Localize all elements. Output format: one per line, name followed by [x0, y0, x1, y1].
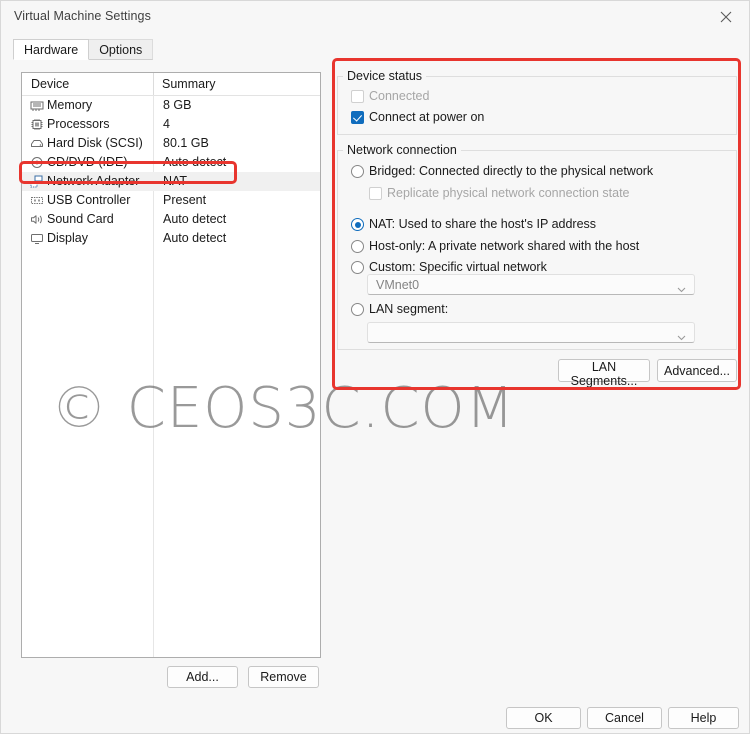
tab-hardware[interactable]: Hardware [13, 39, 90, 60]
lan-segments-button[interactable]: LAN Segments... [558, 359, 650, 388]
radio-nat-circle [351, 218, 364, 231]
close-icon[interactable] [703, 1, 749, 32]
radio-bridged-circle [351, 165, 364, 178]
device-label: Sound Card [47, 212, 114, 226]
add-button[interactable]: Add... [167, 666, 238, 688]
tab-hardware-label: Hardware [24, 43, 79, 57]
window-title: Virtual Machine Settings [14, 9, 151, 23]
device-summary: 4 [163, 117, 170, 131]
sound-card-icon [30, 213, 44, 226]
advanced-button[interactable]: Advanced... [657, 359, 737, 382]
device-list-header: Device Summary [22, 73, 320, 96]
chevron-down-icon [677, 330, 686, 341]
device-status-title: Device status [343, 69, 427, 83]
table-row[interactable]: Processors 4 [22, 115, 320, 134]
column-header-device: Device [31, 77, 70, 91]
device-status-group: Device status [337, 69, 737, 135]
tab-strip: Hardware Options [13, 39, 154, 61]
table-row[interactable]: CD/DVD (IDE) Auto detect [22, 153, 320, 172]
device-label: Hard Disk (SCSI) [47, 136, 143, 150]
table-row[interactable]: Memory 8 GB [22, 96, 320, 115]
radio-lan-segment-label: LAN segment: [369, 302, 449, 316]
radio-host-only-circle [351, 240, 364, 253]
checkbox-connected-label: Connected [369, 89, 430, 103]
column-header-summary: Summary [162, 77, 216, 91]
ok-button[interactable]: OK [506, 707, 581, 729]
device-label: Display [47, 231, 88, 245]
radio-lan-segment-circle [351, 303, 364, 316]
tab-options-label: Options [99, 43, 143, 57]
virtual-machine-settings-window: Virtual Machine Settings Hardware Option… [0, 0, 750, 734]
checkbox-connect-at-power-on-label: Connect at power on [369, 110, 485, 124]
memory-icon [30, 99, 44, 112]
device-summary: Present [163, 193, 207, 207]
checkbox-connect-at-power-on-box [351, 111, 364, 124]
device-label: Processors [47, 117, 110, 131]
custom-network-combo[interactable]: VMnet0 [367, 274, 695, 295]
device-summary: 80.1 GB [163, 136, 209, 150]
title-bar: Virtual Machine Settings [1, 1, 749, 32]
device-label: Network Adapter [47, 174, 140, 188]
tab-options[interactable]: Options [88, 39, 154, 60]
settings-panel: Device status Connected Connect at power… [337, 65, 737, 388]
radio-bridged-label: Bridged: Connected directly to the physi… [369, 164, 654, 178]
remove-button[interactable]: Remove [248, 666, 319, 688]
checkbox-replicate-label: Replicate physical network connection st… [387, 186, 630, 200]
table-row[interactable]: Hard Disk (SCSI) 80.1 GB [22, 134, 320, 153]
network-connection-title: Network connection [343, 143, 461, 157]
display-icon [30, 232, 44, 245]
device-summary: NAT [163, 174, 188, 188]
lan-segment-combo[interactable] [367, 322, 695, 343]
cd-dvd-icon [30, 156, 44, 169]
radio-host-only-label: Host-only: A private network shared with… [369, 239, 640, 253]
device-summary: Auto detect [163, 231, 227, 245]
custom-network-combo-value: VMnet0 [376, 278, 420, 292]
help-button[interactable]: Help [668, 707, 739, 729]
device-label: Memory [47, 98, 93, 112]
device-label: USB Controller [47, 193, 131, 207]
table-row[interactable]: Display Auto detect [22, 229, 320, 248]
table-row[interactable]: Sound Card Auto detect [22, 210, 320, 229]
radio-custom-circle [351, 261, 364, 274]
network-adapter-icon [30, 175, 44, 188]
chevron-down-icon [677, 282, 686, 293]
device-label: CD/DVD (IDE) [47, 155, 128, 169]
table-row[interactable]: USB Controller Present [22, 191, 320, 210]
table-row-network-adapter[interactable]: Network Adapter NAT [22, 172, 320, 191]
checkbox-connected-box [351, 90, 364, 103]
processor-icon [30, 118, 44, 131]
cancel-button[interactable]: Cancel [587, 707, 662, 729]
usb-controller-icon [30, 194, 44, 207]
device-summary: 8 GB [163, 98, 192, 112]
hard-disk-icon [30, 137, 44, 150]
device-summary: Auto detect [163, 155, 227, 169]
device-list[interactable]: Device Summary Memory 8 GB Processors 4 … [21, 72, 321, 658]
radio-nat-label: NAT: Used to share the host's IP address [369, 217, 597, 231]
device-summary: Auto detect [163, 212, 227, 226]
column-header-divider [153, 73, 154, 95]
checkbox-replicate-box [369, 187, 382, 200]
radio-custom-label: Custom: Specific virtual network [369, 260, 547, 274]
